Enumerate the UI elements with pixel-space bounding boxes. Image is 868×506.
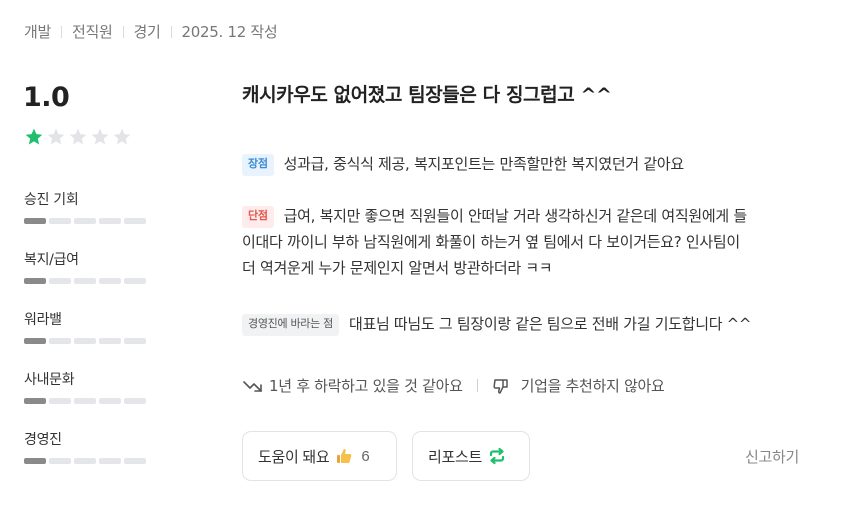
- metric-segment-empty: [99, 398, 121, 404]
- metric-segment-empty: [49, 218, 71, 224]
- metric-segment-empty: [99, 458, 121, 464]
- pros-text: 성과급, 중식식 제공, 복지포인트는 만족할만한 복지였던거 같아요: [283, 155, 685, 173]
- trend-down-icon: [243, 380, 262, 392]
- metric-segment-empty: [124, 398, 146, 404]
- metric-culture: 사내문화: [24, 369, 148, 404]
- metric-work-life-balance: 워라밸: [24, 309, 148, 344]
- metric-label: 사내문화: [24, 372, 75, 388]
- meta-divider: [61, 25, 63, 38]
- metric-segment-empty: [99, 218, 121, 224]
- cons-line: 이대다 까이니 부하 남직원에게 화풀이 하는거 옆 팀에서 다 보이거든요? …: [242, 233, 740, 251]
- meta-divider: [122, 25, 124, 38]
- repost-icon: [489, 447, 505, 465]
- thumbs-down-icon: [493, 378, 508, 394]
- metric-label: 복지/급여: [24, 252, 79, 268]
- review-outlook: 1년 후 하락하고 있을 것 같아요 기업을 추천하지 않아요: [243, 375, 665, 396]
- review-wish: 경영진에 바라는 점 대표님 따님도 그 팀장이랑 같은 팀으로 전배 가길 기도…: [242, 311, 812, 337]
- metric-segment-empty: [74, 458, 96, 464]
- metric-segment-filled: [24, 398, 46, 404]
- thumbs-up-icon: [337, 449, 352, 463]
- wish-tag: 경영진에 바라는 점: [242, 314, 339, 336]
- metric-segment-empty: [74, 398, 96, 404]
- cons-tag: 단점: [242, 206, 274, 228]
- metric-label: 경영진: [24, 432, 62, 448]
- metric-segment-empty: [124, 458, 146, 464]
- review-pros: 장점 성과급, 중식식 제공, 복지포인트는 만족할만한 복지였던거 같아요: [242, 151, 812, 177]
- meta-date: 2025. 12 작성: [181, 23, 278, 41]
- cons-line: 더 역겨운게 누가 문제인지 알면서 방관하더라 ㅋㅋ: [242, 259, 553, 277]
- pros-tag: 장점: [242, 154, 274, 176]
- star-empty-icon: [47, 128, 65, 145]
- cons-line: 급여, 복지만 좋으면 직원들이 안떠날 거라 생각하신거 같은데 여직원에게 …: [283, 207, 747, 225]
- metric-segment-empty: [124, 338, 146, 344]
- meta-location: 경기: [133, 23, 161, 41]
- review-card: 개발 전직원 경기 2025. 12 작성 1.0 승진 기회 복지/급여 워라…: [0, 0, 868, 506]
- review-title: 캐시카우도 없어졌고 팀장들은 다 징그럽고 ^^: [242, 84, 612, 106]
- meta-job: 개발: [24, 23, 52, 41]
- outlook-divider: [476, 379, 478, 392]
- metric-segment-filled: [24, 338, 46, 344]
- metric-segment-empty: [49, 398, 71, 404]
- meta-status: 전직원: [72, 23, 113, 41]
- metric-segment-empty: [124, 278, 146, 284]
- helpful-button[interactable]: 도움이 돼요 6: [242, 431, 397, 481]
- metric-management: 경영진: [24, 429, 148, 464]
- metric-segment-empty: [74, 278, 96, 284]
- metric-segment-filled: [24, 278, 46, 284]
- metric-bar: [24, 218, 148, 224]
- review-cons: 단점 급여, 복지만 좋으면 직원들이 안떠날 거라 생각하신거 같은데 여직원에…: [242, 203, 812, 281]
- metric-bar: [24, 338, 148, 344]
- wish-text: 대표님 따님도 그 팀장이랑 같은 팀으로 전배 가길 기도합니다 ^^: [348, 315, 752, 333]
- repost-button[interactable]: 리포스트: [412, 431, 530, 481]
- metric-segment-empty: [49, 338, 71, 344]
- metric-segment-empty: [99, 338, 121, 344]
- metric-segment-filled: [24, 218, 46, 224]
- star-empty-icon: [91, 128, 109, 145]
- metric-bar: [24, 278, 148, 284]
- growth-outlook: 1년 후 하락하고 있을 것 같아요: [269, 377, 463, 395]
- review-meta: 개발 전직원 경기 2025. 12 작성: [24, 21, 278, 42]
- star-empty-icon: [113, 128, 131, 145]
- rating-score: 1.0: [23, 82, 70, 113]
- metric-label: 승진 기회: [24, 192, 79, 208]
- rating-stars: [24, 127, 132, 147]
- metric-segment-empty: [99, 278, 121, 284]
- meta-divider: [170, 25, 172, 38]
- repost-label: 리포스트: [428, 448, 483, 466]
- star-filled-icon: [25, 128, 43, 145]
- metric-bar: [24, 458, 148, 464]
- metric-bar: [24, 398, 148, 404]
- metric-label: 워라밸: [24, 312, 62, 328]
- metric-segment-filled: [24, 458, 46, 464]
- metric-segment-empty: [124, 218, 146, 224]
- metric-segment-empty: [49, 458, 71, 464]
- metric-segment-empty: [74, 338, 96, 344]
- helpful-count: 6: [361, 447, 370, 465]
- metric-segment-empty: [74, 218, 96, 224]
- recommend-outlook: 기업을 추천하지 않아요: [520, 377, 665, 395]
- star-empty-icon: [69, 128, 87, 145]
- helpful-label: 도움이 돼요: [258, 448, 330, 466]
- metric-promotion: 승진 기회: [24, 189, 148, 224]
- metric-segment-empty: [49, 278, 71, 284]
- metric-welfare-salary: 복지/급여: [24, 249, 148, 284]
- report-link[interactable]: 신고하기: [745, 446, 799, 467]
